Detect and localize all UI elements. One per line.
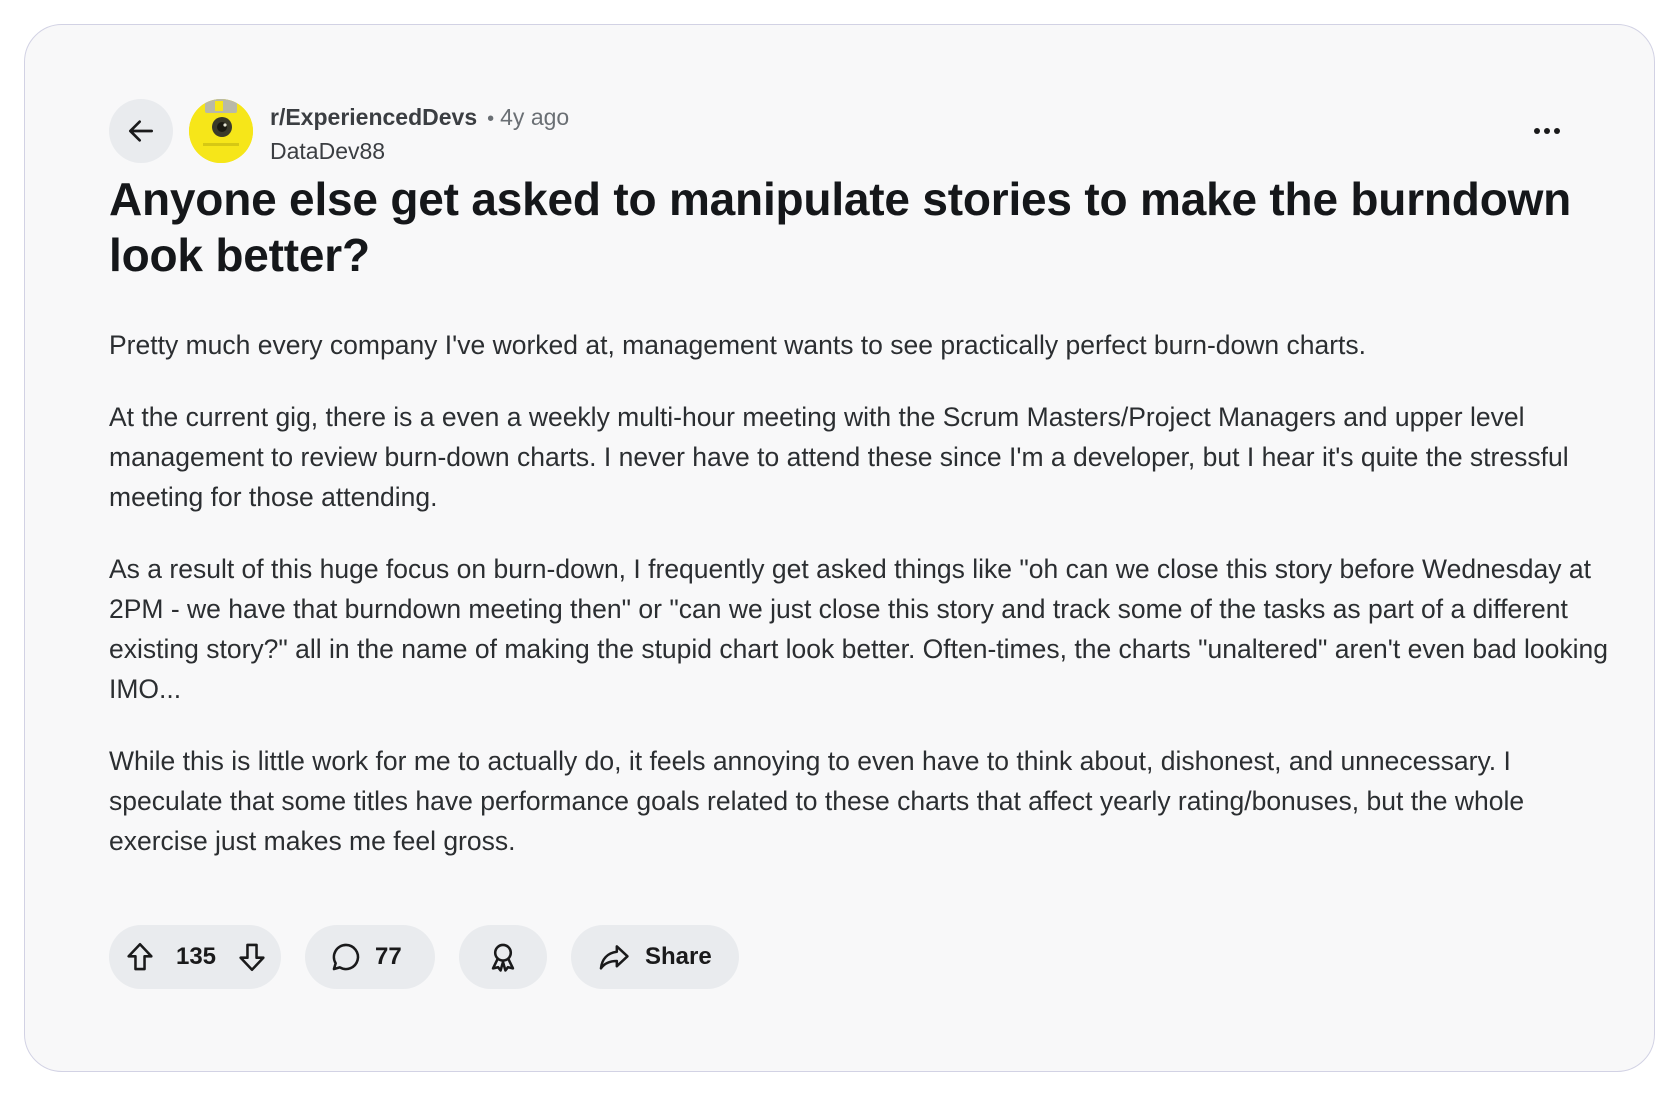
post-paragraph: Pretty much every company I've worked at… (109, 330, 1367, 360)
arrow-down-icon (239, 943, 265, 972)
comment-count: 77 (375, 943, 402, 970)
post-paragraph: As a result of this huge focus on burn-d… (109, 554, 1608, 704)
share-label: Share (645, 943, 712, 970)
subreddit-link[interactable]: r/ExperiencedDevs (270, 101, 477, 133)
comments-button[interactable]: 77 (305, 925, 435, 989)
post-action-bar: 135 77 Share (109, 925, 739, 989)
downvote-button[interactable] (235, 940, 269, 974)
more-options-button[interactable] (1527, 121, 1567, 141)
post-body: Pretty much every company I've worked at… (109, 325, 1609, 893)
subreddit-logo-icon (189, 99, 253, 163)
arrow-up-icon (127, 942, 153, 971)
back-button[interactable] (109, 99, 173, 163)
post-title[interactable]: Anyone else get asked to manipulate stor… (109, 171, 1609, 283)
post-paragraph: While this is little work for me to actu… (109, 746, 1525, 856)
share-arrow-icon (599, 945, 629, 970)
award-button[interactable] (459, 925, 547, 989)
vote-control: 135 (109, 925, 281, 989)
upvote-button[interactable] (123, 940, 157, 974)
post-card: r/ExperiencedDevs • 4y ago DataDev88 Any… (24, 24, 1655, 1072)
vote-count: 135 (175, 943, 217, 970)
speech-bubble-icon (332, 943, 360, 971)
share-button[interactable]: Share (571, 925, 739, 989)
meta-separator: • (487, 108, 495, 130)
subreddit-avatar[interactable] (189, 99, 253, 163)
more-horizontal-icon (1534, 128, 1560, 134)
post-timestamp: 4y ago (500, 104, 570, 130)
post-paragraph: At the current gig, there is a even a we… (109, 402, 1569, 512)
author-link[interactable]: DataDev88 (270, 135, 569, 167)
post-meta: r/ExperiencedDevs • 4y ago DataDev88 (270, 101, 569, 167)
award-ribbon-icon (491, 943, 515, 972)
arrow-left-icon (129, 120, 153, 142)
